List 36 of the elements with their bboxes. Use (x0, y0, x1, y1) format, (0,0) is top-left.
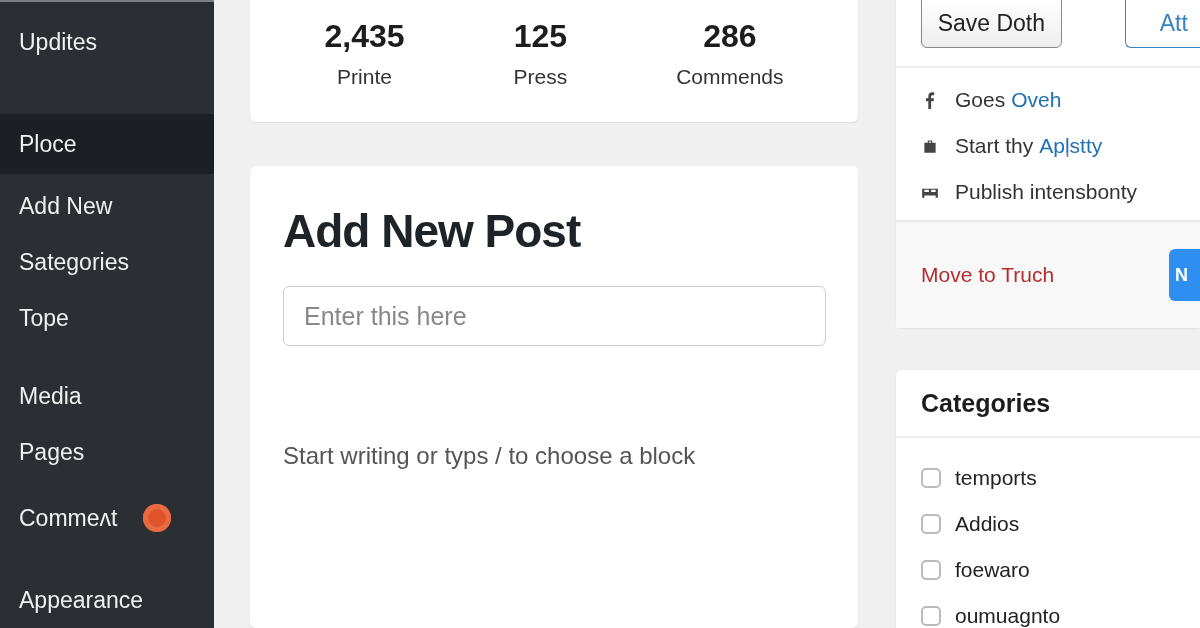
checkbox[interactable] (921, 606, 941, 626)
status-text: Goes (955, 88, 1006, 112)
page-title: Add New Post (283, 204, 582, 258)
stat-value: 125 (513, 18, 568, 55)
checkbox[interactable] (921, 560, 941, 580)
edit-link[interactable]: Oveh (1011, 88, 1062, 112)
sidebar-item[interactable]: Ploce (0, 114, 214, 174)
trash-link[interactable]: Move to Truch (921, 263, 1055, 287)
sidebar-item[interactable]: Tope (0, 290, 214, 346)
category-label: foewaro (955, 558, 1030, 582)
block-placeholder[interactable]: Start writing or typs / to choose a block (283, 442, 826, 470)
panel-title: Categories (896, 370, 1200, 438)
edit-link[interactable]: Apļstty (1039, 134, 1103, 158)
save-draft-button[interactable]: Save Doth (921, 0, 1062, 48)
stat-value: 286 (703, 18, 757, 55)
status-text: Start thy (955, 134, 1034, 158)
sidebar-item[interactable]: Media (0, 368, 214, 424)
sidebar-item[interactable]: Appearance (0, 572, 214, 628)
title-field[interactable]: Enter this here (283, 286, 826, 346)
category-label: oumuagnto (955, 604, 1061, 628)
category-label: Addios (955, 512, 1020, 536)
sidebar-item[interactable]: Pages (0, 424, 214, 480)
stat-label: Commends (676, 65, 784, 89)
sidebar-item[interactable]: Commeʌt (0, 490, 214, 546)
sidebar-item[interactable]: Updites (0, 14, 214, 70)
preview-button[interactable]: Att (1124, 0, 1200, 48)
bag-icon (921, 137, 939, 155)
status-text: Publish intensbonty (955, 180, 1138, 204)
category-label: temports (955, 466, 1037, 490)
sidebar-item[interactable]: Add New (0, 178, 214, 234)
stat-label: Printe (337, 65, 392, 89)
stat-label: Press (513, 65, 568, 89)
stat-value: 2,435 (324, 18, 405, 55)
checkbox[interactable] (921, 514, 941, 534)
sidebar-item[interactable]: Sategories (0, 234, 214, 290)
checkbox[interactable] (921, 468, 941, 488)
